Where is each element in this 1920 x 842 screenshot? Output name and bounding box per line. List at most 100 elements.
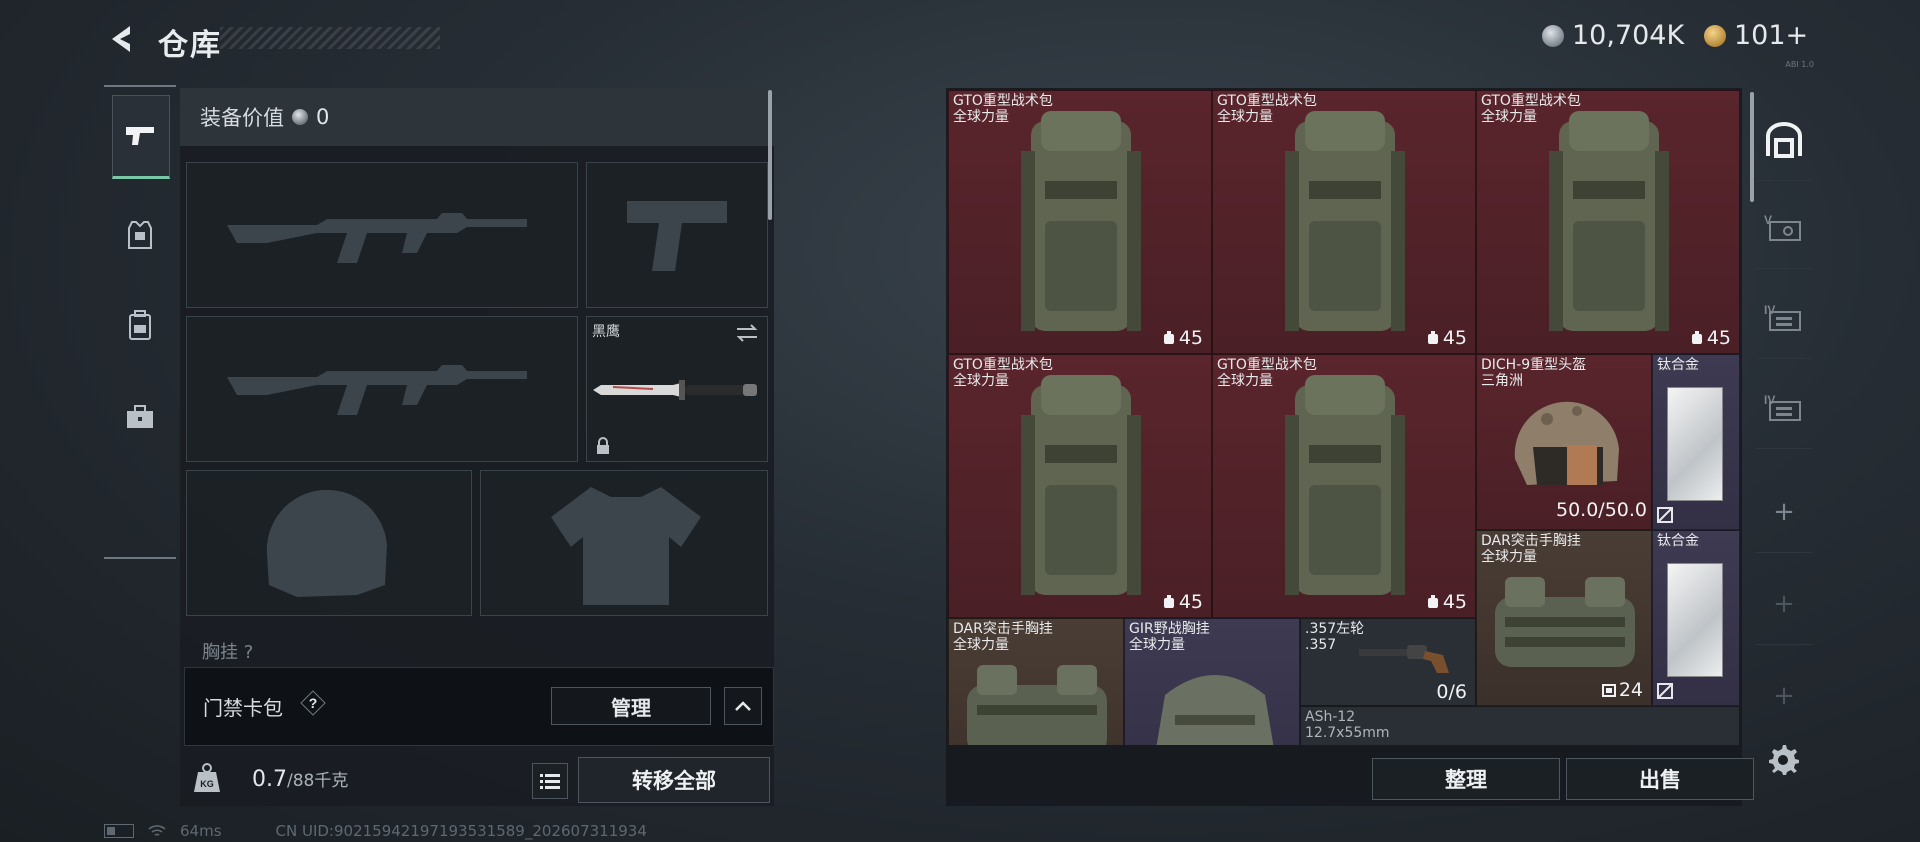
pistol-icon <box>126 127 154 145</box>
stash-item[interactable]: DAR突击手胸挂 全球力量 <box>948 618 1124 745</box>
svg-text:KG: KG <box>200 779 214 789</box>
item-name: 钛合金 <box>1657 533 1699 549</box>
tab-main-stash[interactable] <box>1756 100 1812 181</box>
field-rig-item-icon <box>1156 675 1274 745</box>
item-origin: 全球力量 <box>1129 637 1185 653</box>
swap-icon[interactable] <box>735 323 759 343</box>
titanium-plate-icon <box>1667 563 1723 677</box>
list-view-button[interactable] <box>532 763 568 799</box>
item-name: GTO重型战术包 <box>953 93 1053 109</box>
stash-scrollbar[interactable] <box>1750 92 1754 202</box>
stash-grid: GTO重型战术包 全球力量 45 GTO重型战术包 全球力量 45 GTO重型战… <box>948 90 1741 745</box>
sell-button[interactable]: 出售 <box>1566 758 1754 800</box>
stash-item[interactable]: GTO重型战术包 全球力量 45 <box>948 90 1212 354</box>
add-container-button[interactable]: + <box>1756 472 1812 553</box>
lock-icon <box>597 437 609 454</box>
stash-icon <box>1766 122 1802 158</box>
silver-coin-icon <box>1542 24 1564 47</box>
silver-coin-icon <box>292 109 308 125</box>
stash-item[interactable]: GTO重型战术包 全球力量 45 <box>948 354 1212 618</box>
backpack-small-icon <box>1163 331 1174 344</box>
tab-armor[interactable] <box>112 195 168 275</box>
item-origin: 全球力量 <box>953 373 1009 389</box>
chest-rig-item-icon <box>1495 577 1635 667</box>
tab-case[interactable] <box>112 377 168 457</box>
tab-container-v[interactable]: V <box>1756 188 1812 269</box>
gold-currency[interactable]: 101+ <box>1704 20 1808 51</box>
tab-backpack[interactable] <box>112 285 168 365</box>
add-icon: + <box>1773 497 1795 527</box>
rifle-silhouette-icon <box>227 365 527 415</box>
stash-panel: GTO重型战术包 全球力量 45 GTO重型战术包 全球力量 45 GTO重型战… <box>946 88 1754 806</box>
stash-item[interactable]: GTO重型战术包 全球力量 45 <box>1212 354 1476 618</box>
tab-container-iv-b[interactable]: IV <box>1756 368 1812 449</box>
stash-item[interactable]: ASh-12 12.7x55mm <box>1300 706 1740 745</box>
helmet-slot[interactable] <box>186 470 472 616</box>
stash-item[interactable]: GTO重型战术包 全球力量 45 <box>1476 90 1740 354</box>
item-origin: 全球力量 <box>1217 109 1273 125</box>
page-title: 仓库 <box>158 28 222 63</box>
armor-slot[interactable] <box>480 470 768 616</box>
backpack-small-icon <box>1427 331 1438 344</box>
item-count: 45 <box>1426 327 1467 349</box>
helmet-silhouette-icon <box>266 489 387 597</box>
backpack-item-icon <box>1021 375 1141 595</box>
equipment-value-label: 装备价值 <box>200 106 284 130</box>
player-uid: CN UID:9021594219719353158​9_20260731193… <box>275 822 647 840</box>
backpack-item-icon <box>1285 375 1405 595</box>
backpack-small-icon <box>1427 595 1438 608</box>
armor-silhouette-icon <box>551 487 701 605</box>
silver-amount: 10,704K <box>1572 20 1685 51</box>
container-iv-icon: IV <box>1764 303 1801 331</box>
status-bar: 64ms CN UID:9021594219719353158​9_202607… <box>104 822 647 840</box>
item-name: GTO重型战术包 <box>1217 93 1317 109</box>
item-origin: 三角洲 <box>1481 373 1523 389</box>
backpack-item-icon <box>1549 111 1669 331</box>
stash-item[interactable]: DICH-9重型头盔 三角洲 50.0/50.0 <box>1476 354 1652 530</box>
stash-item[interactable]: 钛合金 <box>1652 354 1740 530</box>
collapse-button[interactable] <box>724 687 762 725</box>
help-icon[interactable]: ? <box>300 690 326 716</box>
container-iv-icon: IV <box>1764 393 1801 421</box>
item-name: GTO重型战术包 <box>953 357 1053 373</box>
gold-coin-icon <box>1704 24 1726 47</box>
secondary-weapon-slot[interactable] <box>186 316 578 462</box>
keycard-bag-bar: 门禁卡包 ? 管理 <box>184 667 774 746</box>
item-name: GTO重型战术包 <box>1481 93 1581 109</box>
knife-slot[interactable]: 黑鹰 <box>586 316 768 462</box>
tab-container-iv-a[interactable]: IV <box>1756 278 1812 359</box>
rig-small-icon <box>1601 684 1616 697</box>
item-origin: 全球力量 <box>1481 109 1537 125</box>
stash-item[interactable]: 钛合金 <box>1652 530 1740 706</box>
tab-weapons[interactable] <box>112 95 170 179</box>
item-name: DICH-9重型头盔 <box>1481 357 1587 373</box>
container-v-icon: V <box>1764 213 1801 241</box>
item-name: ASh-12 <box>1305 709 1356 725</box>
sort-button[interactable]: 整理 <box>1372 758 1560 800</box>
item-origin: 全球力量 <box>953 637 1009 653</box>
weight-icon: KG <box>192 762 222 794</box>
back-arrow-icon[interactable] <box>104 22 138 56</box>
stash-item[interactable]: GIR野战胸挂 全球力量 <box>1124 618 1300 745</box>
add-container-button[interactable]: + <box>1756 656 1812 736</box>
item-name: DAR突击手胸挂 <box>953 621 1053 637</box>
weight-bar: KG 0.7/88千克 转移全部 <box>184 752 772 806</box>
stash-item[interactable]: GTO重型战术包 全球力量 45 <box>1212 90 1476 354</box>
primary-weapon-slot[interactable] <box>186 162 578 308</box>
settings-gear-icon[interactable] <box>1766 742 1800 776</box>
add-container-button[interactable]: + <box>1756 564 1812 645</box>
item-count: 24 <box>1601 679 1643 701</box>
vest-icon <box>128 221 152 249</box>
helmet-durability: 50.0/50.0 <box>1555 499 1647 521</box>
manage-button[interactable]: 管理 <box>551 687 711 725</box>
stash-item[interactable]: .357左轮 .357 0/6 <box>1300 618 1476 706</box>
list-icon <box>540 774 560 789</box>
pistol-slot[interactable] <box>586 162 768 308</box>
no-insure-icon <box>1657 507 1673 523</box>
stash-item[interactable]: DAR突击手胸挂 全球力量 24 <box>1476 530 1652 706</box>
item-count: 45 <box>1426 591 1467 613</box>
equipment-scrollbar[interactable] <box>768 90 772 220</box>
item-name: GIR野战胸挂 <box>1129 621 1210 637</box>
pistol-silhouette-icon <box>627 201 727 271</box>
transfer-all-button[interactable]: 转移全部 <box>578 757 770 803</box>
